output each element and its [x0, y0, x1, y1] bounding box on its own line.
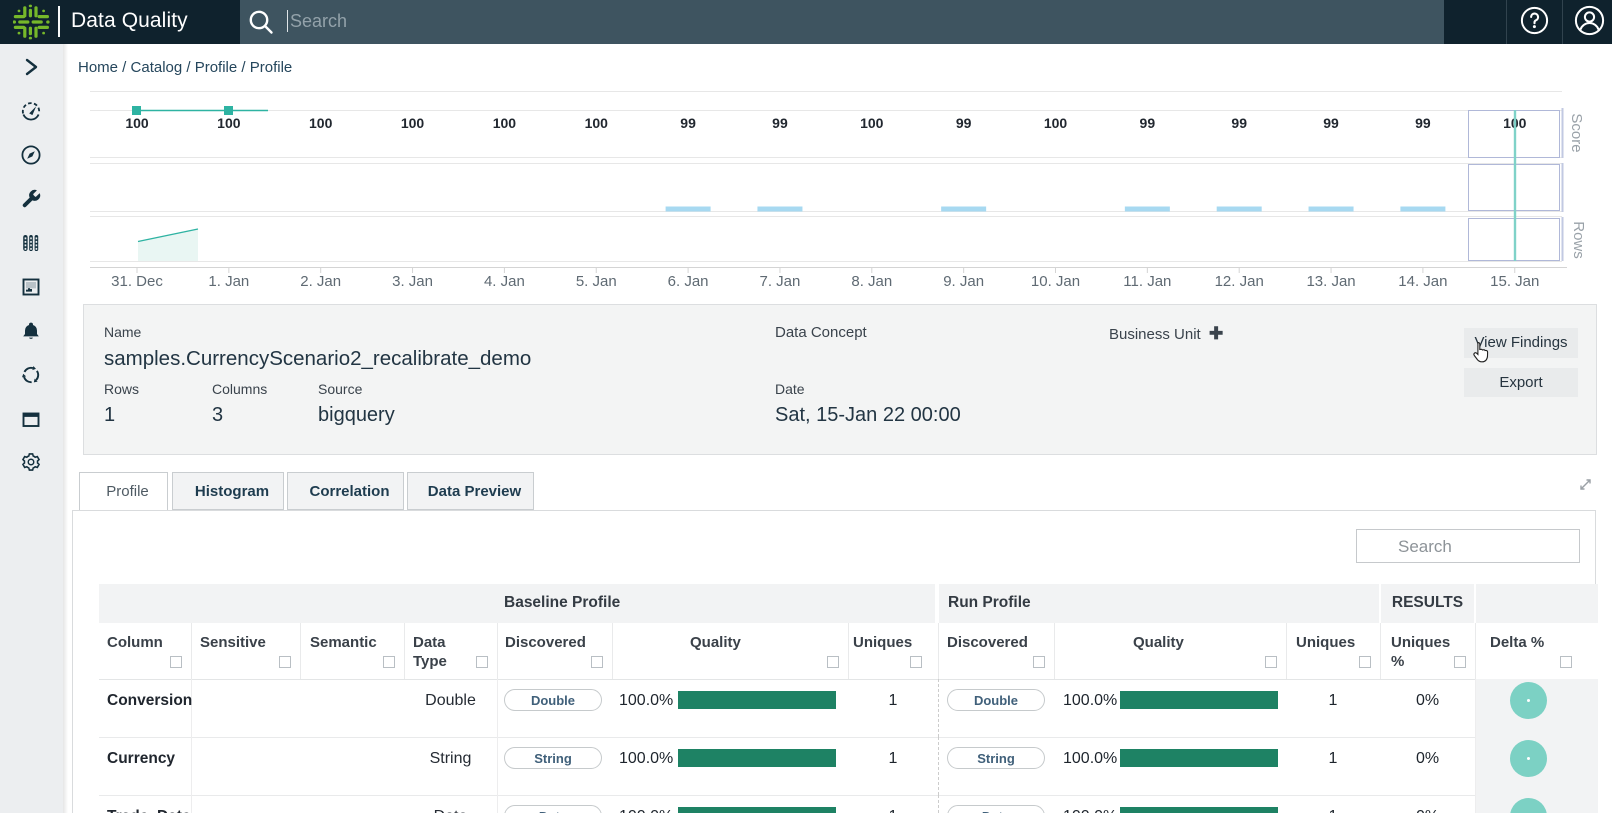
svg-text:100: 100	[1044, 115, 1068, 131]
svg-text:100: 100	[493, 115, 517, 131]
svg-text:Score: Score	[1568, 113, 1585, 152]
svg-text:6. Jan: 6. Jan	[668, 273, 709, 290]
svg-text:100: 100	[309, 115, 333, 131]
svg-text:100: 100	[217, 115, 241, 131]
svg-text:99: 99	[1140, 115, 1156, 131]
svg-text:99: 99	[1415, 115, 1431, 131]
svg-text:3. Jan: 3. Jan	[392, 273, 433, 290]
svg-text:1. Jan: 1. Jan	[208, 273, 249, 290]
svg-text:9. Jan: 9. Jan	[943, 273, 984, 290]
svg-text:99: 99	[956, 115, 972, 131]
svg-text:14. Jan: 14. Jan	[1398, 273, 1447, 290]
svg-text:Rows: Rows	[1570, 221, 1587, 259]
svg-text:13. Jan: 13. Jan	[1306, 273, 1355, 290]
svg-text:5. Jan: 5. Jan	[576, 273, 617, 290]
svg-text:7. Jan: 7. Jan	[760, 273, 801, 290]
svg-text:100: 100	[125, 115, 149, 131]
svg-text:100: 100	[585, 115, 609, 131]
svg-text:99: 99	[1231, 115, 1247, 131]
svg-text:31. Dec: 31. Dec	[111, 273, 163, 290]
svg-text:12. Jan: 12. Jan	[1215, 273, 1264, 290]
svg-text:11. Jan: 11. Jan	[1123, 273, 1171, 290]
svg-text:99: 99	[1323, 115, 1339, 131]
svg-text:4. Jan: 4. Jan	[484, 273, 525, 290]
svg-text:99: 99	[680, 115, 696, 131]
svg-text:100: 100	[401, 115, 425, 131]
svg-text:10. Jan: 10. Jan	[1031, 273, 1080, 290]
svg-text:2. Jan: 2. Jan	[300, 273, 341, 290]
svg-text:15. Jan: 15. Jan	[1490, 273, 1539, 290]
svg-text:8. Jan: 8. Jan	[851, 273, 892, 290]
svg-text:100: 100	[860, 115, 884, 131]
svg-text:99: 99	[772, 115, 788, 131]
